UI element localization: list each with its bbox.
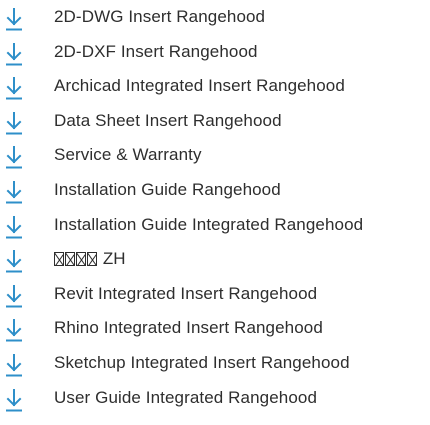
download-arrow-icon[interactable] <box>5 138 23 173</box>
download-arrow-icon[interactable] <box>5 104 23 139</box>
download-arrow-icon[interactable] <box>5 311 23 346</box>
download-link[interactable]: Sketchup Integrated Insert Rangehood <box>0 346 430 381</box>
download-label-text[interactable]: ZH <box>103 249 126 268</box>
download-link[interactable]: Revit Integrated Insert Rangehood <box>0 277 430 312</box>
download-label-text[interactable]: 2D-DWG Insert Rangehood <box>54 7 265 26</box>
download-label-text[interactable]: Data Sheet Insert Rangehood <box>54 111 282 130</box>
download-label-text[interactable]: Installation Guide Rangehood <box>54 180 281 199</box>
download-label[interactable]: Rhino Integrated Insert Rangehood <box>54 311 323 346</box>
download-label[interactable]: Revit Integrated Insert Rangehood <box>54 277 317 312</box>
download-list: 2D-DWG Insert Rangehood 2D-DXF Insert Ran… <box>0 0 430 415</box>
download-arrow-icon[interactable] <box>5 173 23 208</box>
download-link[interactable]: Service & Warranty <box>0 138 430 173</box>
download-link[interactable]: 2D-DWG Insert Rangehood <box>0 0 430 35</box>
download-label-text[interactable]: Installation Guide Integrated Rangehood <box>54 215 363 234</box>
download-label[interactable]: Sketchup Integrated Insert Rangehood <box>54 346 350 381</box>
download-link[interactable]: Rhino Integrated Insert Rangehood <box>0 311 430 346</box>
missing-glyph-box <box>65 252 75 267</box>
download-label-text[interactable]: 2D-DXF Insert Rangehood <box>54 42 258 61</box>
download-label-text[interactable]: Service & Warranty <box>54 145 202 164</box>
download-link[interactable]: Installation Guide Rangehood <box>0 173 430 208</box>
download-label[interactable]: Archicad Integrated Insert Rangehood <box>54 69 345 104</box>
download-label[interactable]: Data Sheet Insert Rangehood <box>54 104 282 139</box>
download-label[interactable]: Service & Warranty <box>54 138 202 173</box>
download-link[interactable]: Data Sheet Insert Rangehood <box>0 104 430 139</box>
download-link[interactable]: ZH <box>0 242 430 277</box>
download-label[interactable]: ZH <box>54 242 126 277</box>
download-label-text[interactable]: Archicad Integrated Insert Rangehood <box>54 76 345 95</box>
download-link[interactable]: Installation Guide Integrated Rangehood <box>0 208 430 243</box>
download-arrow-icon[interactable] <box>5 277 23 312</box>
download-arrow-icon[interactable] <box>5 242 23 277</box>
download-label[interactable]: Installation Guide Rangehood <box>54 173 281 208</box>
download-link[interactable]: Archicad Integrated Insert Rangehood <box>0 69 430 104</box>
download-link[interactable]: User Guide Integrated Rangehood <box>0 381 430 416</box>
download-label-text[interactable]: Sketchup Integrated Insert Rangehood <box>54 353 350 372</box>
download-label[interactable]: 2D-DXF Insert Rangehood <box>54 35 258 70</box>
download-arrow-icon[interactable] <box>5 346 23 381</box>
download-arrow-icon[interactable] <box>5 35 23 70</box>
download-label[interactable]: 2D-DWG Insert Rangehood <box>54 0 265 35</box>
missing-glyph-box <box>87 252 97 267</box>
missing-glyph-box <box>54 252 64 267</box>
missing-glyph-box <box>76 252 86 267</box>
download-label-text[interactable]: Revit Integrated Insert Rangehood <box>54 284 317 303</box>
download-label[interactable]: Installation Guide Integrated Rangehood <box>54 208 363 243</box>
download-link[interactable]: 2D-DXF Insert Rangehood <box>0 35 430 70</box>
download-label-text[interactable]: User Guide Integrated Rangehood <box>54 388 317 407</box>
download-label-text[interactable]: Rhino Integrated Insert Rangehood <box>54 318 323 337</box>
download-arrow-icon[interactable] <box>5 0 23 35</box>
download-arrow-icon[interactable] <box>5 208 23 243</box>
download-arrow-icon[interactable] <box>5 69 23 104</box>
download-arrow-icon[interactable] <box>5 381 23 416</box>
download-label[interactable]: User Guide Integrated Rangehood <box>54 381 317 416</box>
